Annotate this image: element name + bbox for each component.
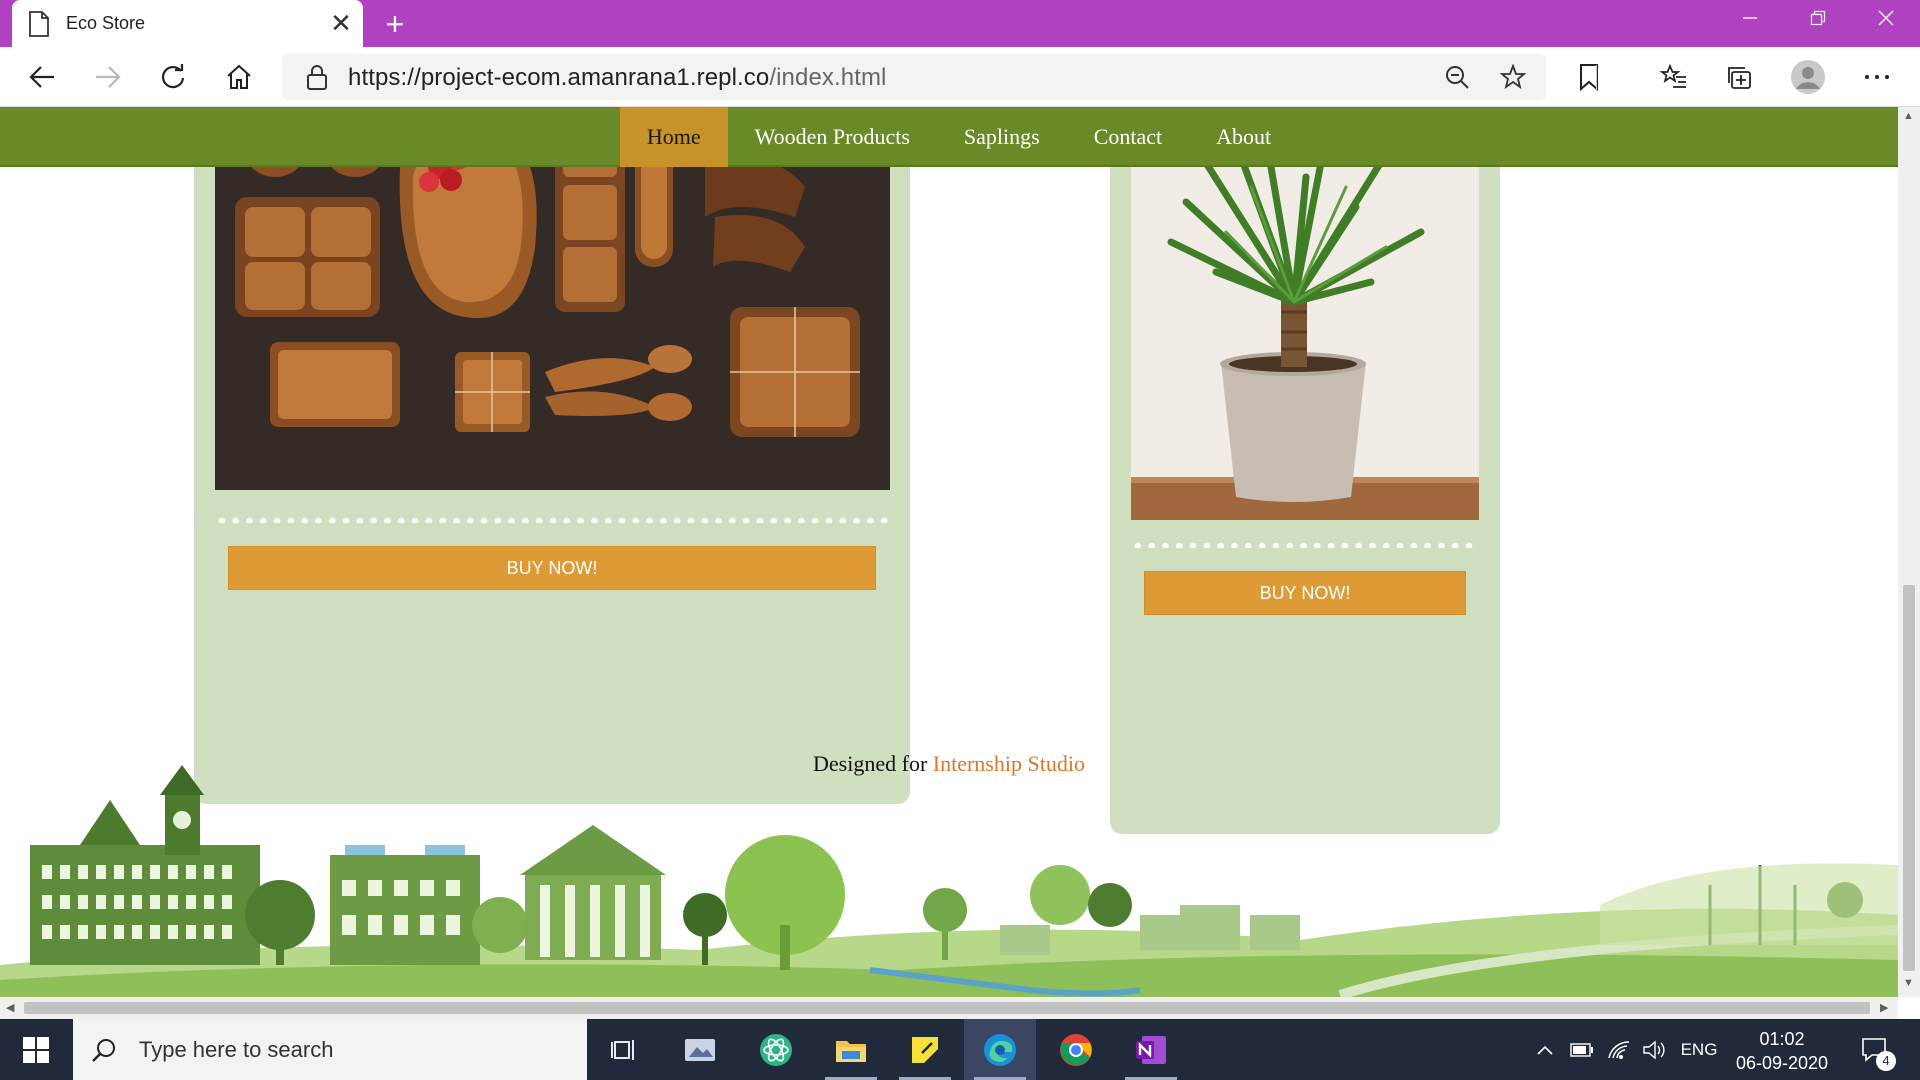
nav-home[interactable]: Home <box>619 107 728 167</box>
start-button[interactable] <box>0 1019 72 1080</box>
scroll-up-icon[interactable]: ▲ <box>1903 110 1914 122</box>
taskbar-app-onenote[interactable] <box>1115 1019 1187 1080</box>
task-view-icon <box>611 1039 634 1060</box>
minimize-icon <box>1743 17 1757 19</box>
url-path: /index.html <box>769 64 887 91</box>
taskbar-app-edge[interactable] <box>964 1019 1036 1080</box>
minimize-button[interactable] <box>1716 0 1784 36</box>
site-navigation: Home Wooden Products Saplings Contact Ab… <box>0 107 1898 167</box>
close-tab-icon[interactable]: ✕ <box>323 6 359 42</box>
atom-app-icon <box>760 1033 792 1066</box>
nav-about[interactable]: About <box>1189 107 1298 167</box>
wifi-icon <box>1608 1040 1630 1059</box>
system-clock[interactable]: 01:02 06-09-2020 <box>1732 1027 1832 1075</box>
url-host: https://project-ecom.amanrana1.repl.co <box>348 64 770 91</box>
scroll-down-icon[interactable]: ▼ <box>1903 977 1914 989</box>
taskbar-app-file-explorer[interactable] <box>815 1019 887 1080</box>
restore-button[interactable] <box>1784 0 1852 36</box>
notification-count-badge: 4 <box>1876 1051 1896 1071</box>
tab-title: Eco Store <box>66 13 146 33</box>
favorites-icon <box>1660 63 1686 88</box>
profile-button[interactable] <box>1788 57 1828 97</box>
scroll-right-icon[interactable]: ▶ <box>1880 1001 1888 1014</box>
eco-town-illustration <box>0 765 1898 997</box>
page-icon <box>29 10 49 37</box>
favorites-button[interactable] <box>1654 57 1694 97</box>
search-icon <box>92 1038 115 1062</box>
dotted-divider <box>215 517 890 523</box>
new-tab-button[interactable]: + <box>376 5 414 43</box>
chevron-up-icon <box>1537 1045 1553 1055</box>
browser-tab[interactable]: Eco Store ✕ <box>12 0 363 47</box>
network-status[interactable] <box>1603 1019 1635 1080</box>
home-icon <box>227 64 251 89</box>
taskbar-app-atom[interactable] <box>740 1019 812 1080</box>
taskbar-app-photos[interactable] <box>664 1019 736 1080</box>
url-text: https://project-ecom.amanrana1.repl.co/i… <box>348 64 887 92</box>
nav-contact[interactable]: Contact <box>1067 107 1189 167</box>
horizontal-scrollbar[interactable]: ◀ ▶ <box>0 997 1898 1019</box>
bookmark-icon <box>1580 64 1598 91</box>
taskbar-app-chrome[interactable] <box>1040 1019 1112 1080</box>
nav-wooden-products[interactable]: Wooden Products <box>728 107 937 167</box>
volume-control[interactable] <box>1638 1019 1670 1080</box>
zoom-icon[interactable] <box>1444 64 1470 90</box>
taskbar-app-sticky-notes[interactable] <box>889 1019 961 1080</box>
product-card-sapling: BUY NOW! <box>1110 107 1500 834</box>
address-bar[interactable]: https://project-ecom.amanrana1.repl.co/i… <box>282 54 1546 100</box>
collections-button[interactable] <box>1720 57 1760 97</box>
buy-now-button[interactable]: BUY NOW! <box>228 546 876 590</box>
onenote-icon <box>1136 1035 1166 1064</box>
taskbar-search-box[interactable]: Type here to search <box>73 1019 587 1080</box>
vertical-scrollbar[interactable]: ▲ ▼ <box>1898 107 1920 997</box>
more-dots-icon <box>1865 75 1889 79</box>
action-center-button[interactable]: 4 <box>1850 1019 1900 1080</box>
refresh-icon <box>161 64 185 89</box>
show-hidden-icons[interactable] <box>1530 1019 1560 1080</box>
windows-logo-icon <box>23 1036 49 1063</box>
home-button[interactable] <box>219 57 259 97</box>
clock-date: 06-09-2020 <box>1735 1053 1829 1073</box>
forward-arrow-icon <box>96 66 121 88</box>
edge-browser-icon <box>984 1033 1016 1066</box>
collections-icon <box>1728 67 1751 89</box>
close-icon <box>1878 10 1894 26</box>
sapling-image[interactable] <box>1131 107 1479 520</box>
settings-menu-button[interactable] <box>1857 57 1897 97</box>
scroll-left-icon[interactable]: ◀ <box>6 1001 14 1014</box>
nav-saplings[interactable]: Saplings <box>937 107 1067 167</box>
add-favorite-star-icon[interactable] <box>1500 64 1526 90</box>
task-view-button[interactable] <box>588 1019 660 1080</box>
speaker-icon <box>1643 1040 1665 1059</box>
restore-icon <box>1810 10 1826 26</box>
back-button[interactable] <box>22 57 62 97</box>
language-indicator[interactable]: ENG <box>1676 1019 1722 1080</box>
photos-app-icon <box>685 1038 715 1061</box>
lock-icon <box>307 65 327 90</box>
scroll-thumb[interactable] <box>1903 585 1915 971</box>
refresh-button[interactable] <box>153 57 193 97</box>
product-card-wooden: BUY NOW! <box>194 107 910 804</box>
scroll-thumb[interactable] <box>24 1002 1870 1014</box>
toolbar-divider <box>1596 65 1597 91</box>
chrome-browser-icon <box>1060 1033 1092 1066</box>
browser-title-bar: Eco Store ✕ + <box>0 0 1920 47</box>
forward-button[interactable] <box>88 57 128 97</box>
search-placeholder: Type here to search <box>139 1036 334 1062</box>
battery-icon <box>1570 1042 1593 1057</box>
avatar <box>1791 60 1825 94</box>
dotted-divider <box>1131 542 1479 548</box>
reading-list-button[interactable] <box>1569 57 1609 97</box>
page-viewport: BUY NOW! BUY NOW! Designed for Internshi… <box>0 107 1898 997</box>
back-arrow-icon <box>29 66 54 88</box>
sticky-notes-icon <box>912 1036 938 1063</box>
clock-time: 01:02 <box>1759 1029 1805 1049</box>
folder-icon <box>836 1040 866 1062</box>
browser-toolbar: https://project-ecom.amanrana1.repl.co/i… <box>0 47 1920 107</box>
buy-now-button[interactable]: BUY NOW! <box>1144 571 1466 615</box>
close-window-button[interactable] <box>1852 0 1920 36</box>
battery-status[interactable] <box>1566 1019 1598 1080</box>
windows-taskbar: Type here to search ENG 01:02 06-09-2020… <box>0 1019 1920 1080</box>
